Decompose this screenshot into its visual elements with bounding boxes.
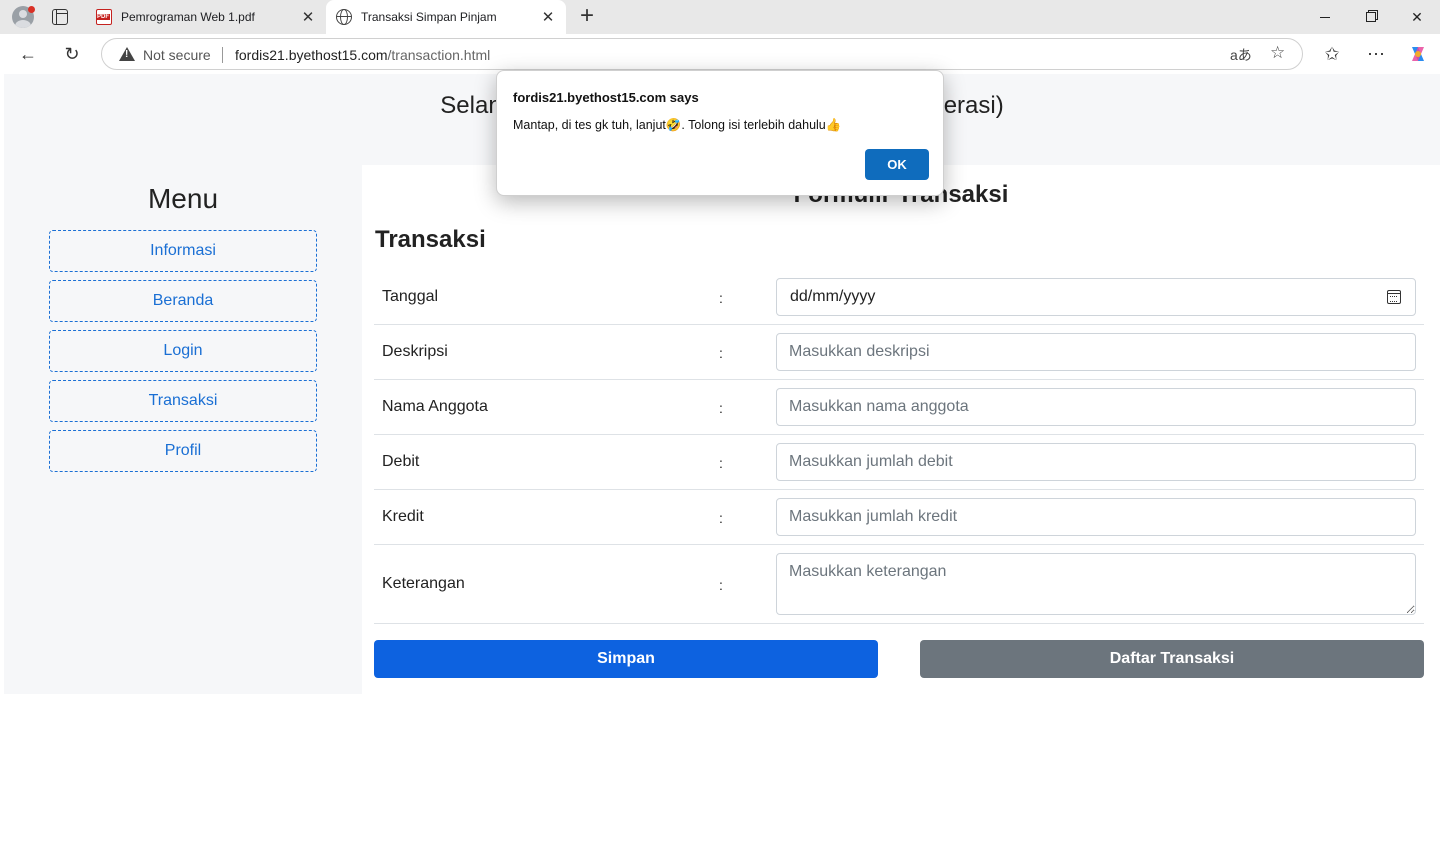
section-title: Transaksi xyxy=(375,226,486,253)
date-input-value: dd/mm/yyyy xyxy=(790,288,876,305)
field-colon: : xyxy=(719,510,723,526)
window-close-icon[interactable]: ✕ xyxy=(1394,0,1440,34)
url-text[interactable]: fordis21.byethost15.com/transaction.html xyxy=(235,47,490,63)
notification-dot xyxy=(28,6,35,13)
star-icon[interactable]: ☆ xyxy=(1270,43,1285,63)
field-label: Kredit xyxy=(382,508,424,525)
menu-title: Menu xyxy=(147,183,219,214)
date-input[interactable]: dd/mm/yyyy xyxy=(776,278,1416,316)
close-icon[interactable]: ✕ xyxy=(298,8,318,26)
sidebar: Menu Informasi Beranda Login Transaksi P… xyxy=(4,165,362,694)
keterangan-textarea[interactable] xyxy=(776,553,1416,615)
field-label: Debit xyxy=(382,453,420,470)
url-host: fordis21.byethost15.com xyxy=(235,47,388,63)
close-icon[interactable]: ✕ xyxy=(538,8,558,26)
warning-icon xyxy=(119,47,135,61)
kredit-input[interactable] xyxy=(776,498,1416,536)
field-label: Deskripsi xyxy=(382,343,448,360)
url-path: /transaction.html xyxy=(387,47,491,63)
tab-title: Pemrograman Web 1.pdf xyxy=(121,10,255,24)
sidebar-item-transaksi[interactable]: Transaksi xyxy=(49,380,317,422)
form-row-nama-anggota: Nama Anggota : xyxy=(374,380,1424,435)
deskripsi-input[interactable] xyxy=(776,333,1416,371)
sidebar-item-profil[interactable]: Profil xyxy=(49,430,317,472)
main-content: Formulir Transaksi Transaksi Tanggal : d… xyxy=(362,165,1440,694)
tab-strip: Pemrograman Web 1.pdf ✕ Transaksi Simpan… xyxy=(0,0,1440,34)
dialog-title: fordis21.byethost15.com says xyxy=(513,90,699,105)
dialog-message: Mantap, di tes gk tuh, lanjut🤣. Tolong i… xyxy=(513,118,842,132)
minimize-icon[interactable] xyxy=(1302,0,1348,34)
sidebar-item-login[interactable]: Login xyxy=(49,330,317,372)
browser-toolbar: ← ↻ Not secure fordis21.byethost15.com/t… xyxy=(0,34,1440,74)
ok-button[interactable]: OK xyxy=(865,149,929,180)
field-colon: : xyxy=(719,455,723,471)
reload-icon[interactable]: ↻ xyxy=(58,40,86,68)
more-icon[interactable]: ⋯ xyxy=(1362,40,1390,68)
tab-pdf[interactable]: Pemrograman Web 1.pdf ✕ xyxy=(86,0,326,34)
sidebar-item-beranda[interactable]: Beranda xyxy=(49,280,317,322)
simpan-button[interactable]: Simpan xyxy=(374,640,878,678)
field-colon: : xyxy=(719,577,723,593)
security-label[interactable]: Not secure xyxy=(143,47,211,63)
alert-dialog: fordis21.byethost15.com says Mantap, di … xyxy=(496,70,944,196)
tab-transaksi[interactable]: Transaksi Simpan Pinjam ✕ xyxy=(326,0,566,34)
calendar-icon[interactable] xyxy=(1387,290,1401,304)
read-aloud-icon[interactable]: aあ xyxy=(1230,45,1252,65)
page-title-right: erasi) xyxy=(943,92,1004,119)
form-row-debit: Debit : xyxy=(374,435,1424,490)
field-colon: : xyxy=(719,290,723,306)
sidebar-item-informasi[interactable]: Informasi xyxy=(49,230,317,272)
field-label: Keterangan xyxy=(382,575,465,592)
address-bar[interactable]: Not secure fordis21.byethost15.com/trans… xyxy=(101,38,1303,70)
form-row-tanggal: Tanggal : dd/mm/yyyy xyxy=(374,269,1424,325)
restore-icon[interactable] xyxy=(1348,0,1394,34)
globe-icon xyxy=(336,9,352,25)
daftar-transaksi-button[interactable]: Daftar Transaksi xyxy=(920,640,1424,678)
debit-input[interactable] xyxy=(776,443,1416,481)
form-row-kredit: Kredit : xyxy=(374,490,1424,545)
tab-actions-icon[interactable] xyxy=(52,9,68,25)
back-icon[interactable]: ← xyxy=(14,40,42,68)
field-label: Nama Anggota xyxy=(382,398,488,415)
nama-anggota-input[interactable] xyxy=(776,388,1416,426)
field-label: Tanggal xyxy=(382,288,439,305)
divider xyxy=(222,47,223,63)
form-row-keterangan: Keterangan : xyxy=(374,545,1424,624)
field-colon: : xyxy=(719,345,723,361)
favorites-icon[interactable]: ✩ xyxy=(1318,40,1346,68)
copilot-logo xyxy=(1412,47,1424,61)
tab-title: Transaksi Simpan Pinjam xyxy=(361,10,497,24)
new-tab-icon[interactable]: + xyxy=(575,2,599,30)
form-row-deskripsi: Deskripsi : xyxy=(374,325,1424,380)
field-colon: : xyxy=(719,400,723,416)
page-title-left: Selan xyxy=(440,92,502,119)
copilot-icon[interactable] xyxy=(1404,40,1432,68)
pdf-icon xyxy=(96,9,112,25)
